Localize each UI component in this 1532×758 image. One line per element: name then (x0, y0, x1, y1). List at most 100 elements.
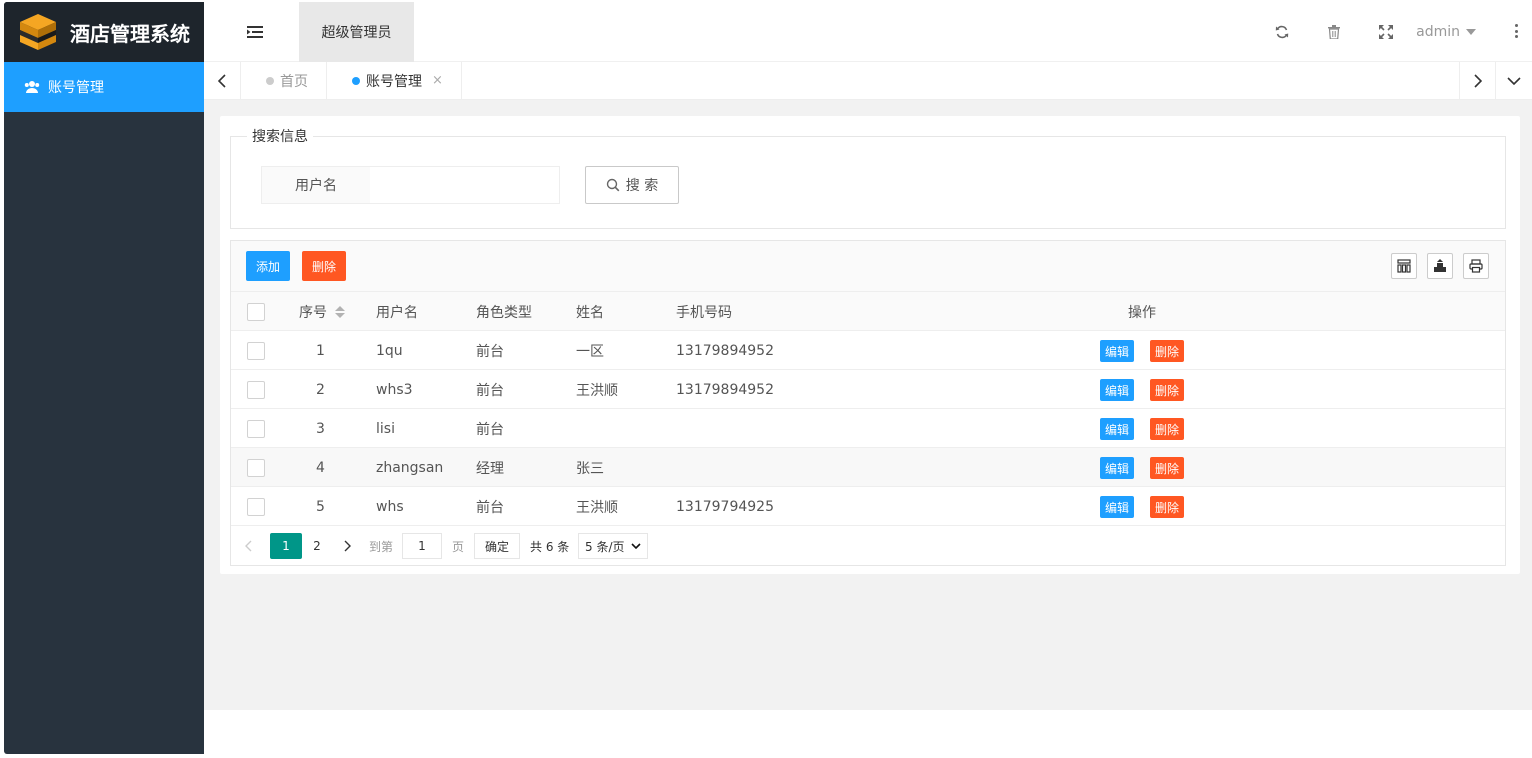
row-checkbox[interactable] (247, 420, 265, 438)
row-checkbox[interactable] (247, 342, 265, 360)
tab-dot-icon (266, 76, 274, 85)
tabs-scroll-right-button[interactable] (1459, 62, 1496, 99)
select-all-checkbox[interactable] (247, 303, 265, 321)
column-header-actions: 操作 (1128, 304, 1156, 321)
search-legend: 搜索信息 (247, 128, 313, 146)
search-fieldset: 搜索信息 用户名 搜 索 (230, 128, 1506, 229)
row-checkbox[interactable] (247, 381, 265, 399)
next-page-button[interactable] (344, 533, 351, 559)
logo: 酒店管理系统 (4, 2, 204, 62)
tab-label: 首页 (280, 73, 308, 90)
tabs-scroll-left-button[interactable] (204, 62, 241, 99)
cell-role: 前台 (476, 421, 504, 438)
export-button[interactable] (1427, 253, 1453, 279)
edit-button[interactable]: 编辑 (1100, 457, 1135, 479)
prev-page-button[interactable] (245, 533, 252, 559)
goto-page-input[interactable]: 1 (402, 533, 442, 559)
pagination: 1 2 到第 1 页 确定 共 6 条 5 条/页 (231, 526, 1505, 565)
chevron-left-icon (245, 540, 252, 552)
menu-toggle-button[interactable] (240, 22, 270, 42)
tab-dot-icon (352, 76, 360, 85)
search-button-label: 搜 索 (625, 178, 659, 194)
fullscreen-button[interactable] (1376, 22, 1396, 42)
cell-role: 前台 (476, 499, 504, 516)
cell-index: 4 (316, 459, 325, 476)
table-row: 1 1qu 前台 一区 13179894952 编辑 删除 (231, 331, 1505, 370)
edit-button[interactable]: 编辑 (1100, 418, 1135, 440)
username-field-label: 用户名 (261, 166, 371, 204)
data-table: 添加 删除 序号 用户名 角色类型 姓名 手机号码 操作 1 1qu 前台 一区… (230, 240, 1506, 566)
delete-button[interactable]: 删除 (1150, 340, 1185, 362)
cell-name: 张三 (576, 460, 604, 477)
cell-username: lisi (376, 420, 395, 437)
tab-home[interactable]: 首页 (241, 62, 327, 99)
page-2-button[interactable]: 2 (311, 533, 323, 559)
table-row: 5 whs 前台 王洪顺 13179794925 编辑 删除 (231, 487, 1505, 526)
cell-index: 5 (316, 498, 325, 515)
page-1-button[interactable]: 1 (270, 533, 302, 559)
app-title: 酒店管理系统 (70, 21, 190, 46)
fullscreen-icon (1379, 25, 1393, 39)
more-menu-button[interactable] (1514, 24, 1518, 38)
edit-button[interactable]: 编辑 (1100, 496, 1135, 518)
tab-close-icon[interactable]: × (432, 73, 443, 88)
cell-role: 经理 (476, 460, 504, 477)
edit-button[interactable]: 编辑 (1100, 340, 1135, 362)
search-button[interactable]: 搜 索 (585, 166, 679, 204)
footer (204, 710, 1532, 754)
clear-cache-button[interactable] (1324, 22, 1344, 42)
row-checkbox[interactable] (247, 459, 265, 477)
batch-delete-button[interactable]: 删除 (302, 251, 347, 281)
tab-label: 账号管理 (366, 73, 422, 90)
column-filter-button[interactable] (1391, 253, 1417, 279)
users-icon (24, 80, 40, 94)
sidebar-item-accounts[interactable]: 账号管理 (4, 62, 204, 112)
refresh-button[interactable] (1272, 22, 1292, 42)
print-icon (1469, 259, 1483, 273)
table-header-row: 序号 用户名 角色类型 姓名 手机号码 操作 (231, 292, 1505, 331)
cell-index: 3 (316, 420, 325, 437)
tabs-menu-button[interactable] (1495, 62, 1532, 99)
sidebar: 酒店管理系统 账号管理 (4, 2, 204, 754)
cell-name: 王洪顺 (576, 382, 618, 399)
role-tab[interactable]: 超级管理员 (299, 2, 414, 62)
goto-confirm-button[interactable]: 确定 (474, 533, 521, 559)
print-button[interactable] (1463, 253, 1489, 279)
edit-button[interactable]: 编辑 (1100, 379, 1135, 401)
refresh-icon (1275, 25, 1289, 39)
goto-label: 到第 (369, 539, 394, 554)
tab-bar: 首页 账号管理 × (204, 62, 1532, 100)
trash-icon (1328, 25, 1340, 39)
row-checkbox[interactable] (247, 498, 265, 516)
username-field[interactable] (370, 166, 560, 204)
add-button[interactable]: 添加 (246, 251, 291, 281)
delete-button[interactable]: 删除 (1150, 418, 1185, 440)
column-header-phone: 手机号码 (676, 304, 732, 321)
cell-username: whs (376, 498, 404, 515)
column-header-username: 用户名 (376, 304, 418, 321)
cell-role: 前台 (476, 343, 504, 360)
menu-fold-icon (247, 26, 263, 38)
page-size-select[interactable]: 5 条/页 (578, 533, 648, 559)
delete-button[interactable]: 删除 (1150, 496, 1185, 518)
cell-username: whs3 (376, 381, 413, 398)
cell-phone: 13179794925 (676, 498, 774, 515)
delete-button[interactable]: 删除 (1150, 457, 1185, 479)
column-header-index[interactable]: 序号 (299, 292, 345, 331)
delete-button[interactable]: 删除 (1150, 379, 1185, 401)
tab-accounts[interactable]: 账号管理 × (327, 62, 462, 99)
username-input[interactable] (370, 167, 559, 203)
sidebar-item-label: 账号管理 (48, 80, 104, 96)
caret-down-icon (1466, 29, 1476, 35)
cell-username: zhangsan (376, 459, 444, 476)
chevron-down-icon (1507, 76, 1521, 85)
user-menu[interactable]: admin (1416, 22, 1476, 42)
table-toolbar: 添加 删除 (231, 241, 1505, 292)
chevron-left-icon (218, 73, 226, 88)
sort-icon[interactable] (335, 305, 345, 318)
tabs: 首页 账号管理 × (241, 62, 462, 99)
cell-role: 前台 (476, 382, 504, 399)
cell-index: 1 (316, 342, 325, 359)
table-row: 4 zhangsan 经理 张三 编辑 删除 (231, 448, 1505, 487)
content-card: 搜索信息 用户名 搜 索 添加 删除 序号 用户名 角色类型 姓名 手机号码 操… (220, 116, 1520, 574)
